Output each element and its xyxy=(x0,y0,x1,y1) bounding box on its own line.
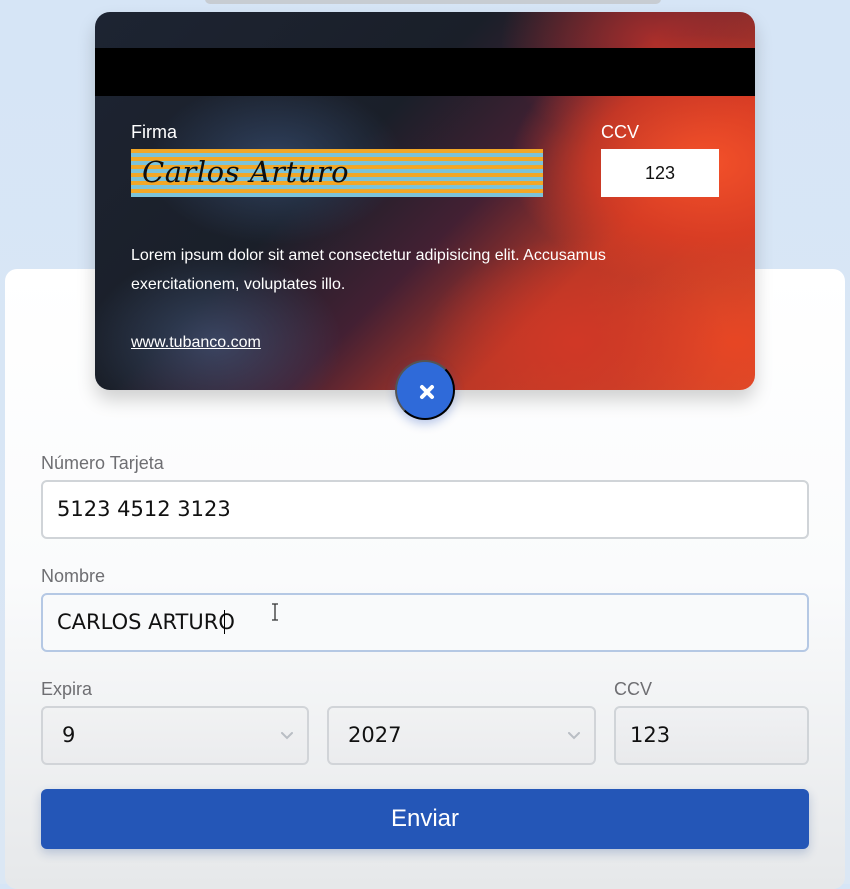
expiry-month-value: 9 xyxy=(62,723,76,747)
card-ccv-label: CCV xyxy=(601,122,640,142)
card-ccv-value: 123 xyxy=(601,149,719,197)
card-legal-text: Lorem ipsum dolor sit amet consectetur a… xyxy=(131,247,606,293)
top-tab xyxy=(205,0,661,4)
expiry-year-select[interactable]: 2027 xyxy=(327,706,596,765)
signature-text: Carlos Arturo xyxy=(142,155,350,189)
card-signature-label: Firma xyxy=(131,122,177,142)
card-number-input[interactable]: 5123 4512 3123 xyxy=(41,480,809,539)
close-icon xyxy=(420,385,434,399)
name-input-value: CARLOS ARTURO xyxy=(57,610,235,634)
ccv-input[interactable]: 123 xyxy=(614,706,809,765)
text-caret xyxy=(224,610,225,634)
magnetic-stripe xyxy=(95,48,755,96)
name-input[interactable]: CARLOS ARTURO xyxy=(41,593,809,652)
chevron-down-icon xyxy=(568,732,580,740)
card-number-label: Número Tarjeta xyxy=(41,453,164,473)
expiry-year-value: 2027 xyxy=(348,723,402,747)
bank-url-link[interactable]: www.tubanco.com xyxy=(131,332,261,354)
credit-card-back: Firma CCV Carlos Arturo 123 Lorem ipsum … xyxy=(95,12,755,390)
name-label: Nombre xyxy=(41,566,106,586)
chevron-down-icon xyxy=(281,732,293,740)
expiry-month-select[interactable]: 9 xyxy=(41,706,309,765)
submit-button[interactable]: Enviar xyxy=(41,789,809,849)
ccv-label: CCV xyxy=(614,679,653,699)
close-card-button[interactable] xyxy=(395,360,455,420)
i-beam-cursor-icon xyxy=(272,603,278,621)
expiry-label: Expira xyxy=(41,679,93,699)
signature-strip: Carlos Arturo xyxy=(131,149,543,197)
